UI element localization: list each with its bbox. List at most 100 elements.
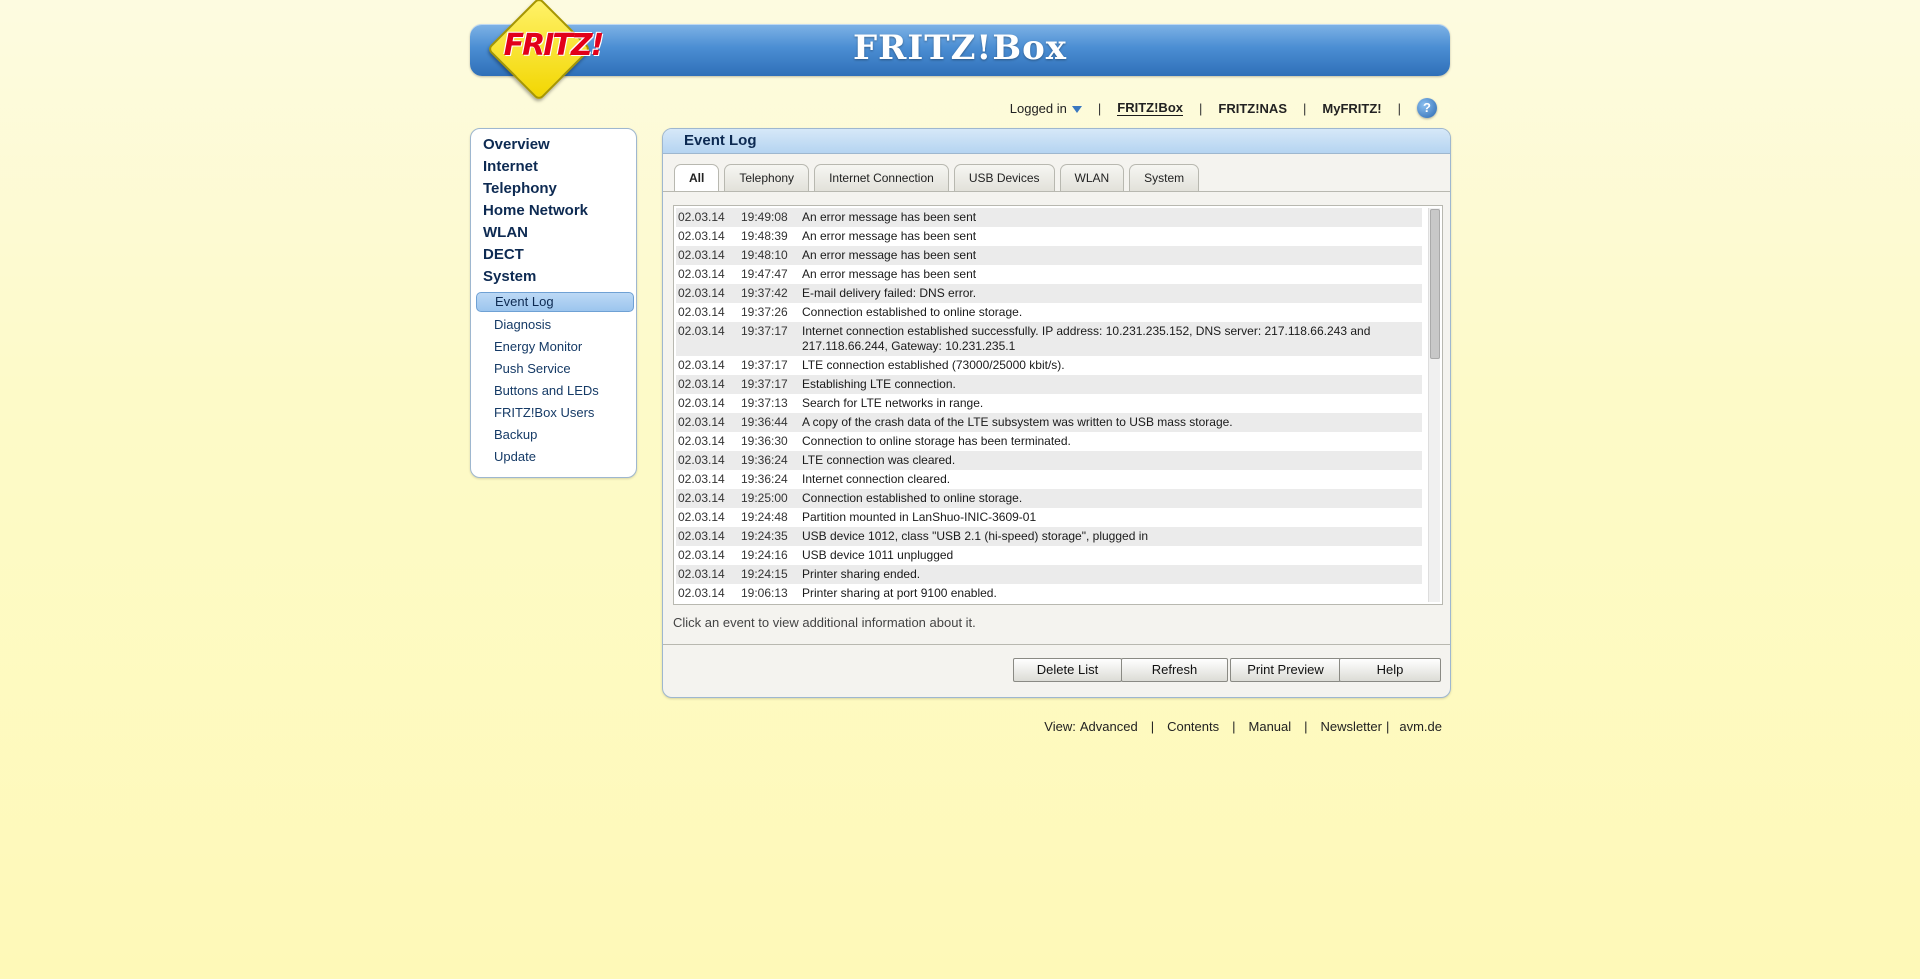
log-date: 02.03.14 xyxy=(678,267,725,281)
sidebar-item-event-log[interactable]: Event Log xyxy=(476,292,634,312)
nav-link-fritzbox[interactable]: FRITZ!Box xyxy=(1117,100,1183,116)
log-message: Internet connection cleared. xyxy=(802,472,951,486)
log-date: 02.03.14 xyxy=(678,434,725,448)
nav-separator: | xyxy=(1397,100,1401,116)
log-date: 02.03.14 xyxy=(678,415,725,429)
log-row[interactable]: 02.03.14 19:48:10 An error message has bee… xyxy=(676,246,1422,265)
log-row[interactable]: 02.03.14 19:37:26 Connection established t… xyxy=(676,303,1422,322)
scrollbar-thumb[interactable] xyxy=(1430,209,1440,359)
log-row[interactable]: 02.03.14 19:36:30 Connection to online sto… xyxy=(676,432,1422,451)
log-row[interactable]: 02.03.14 19:36:24 Internet connection clea… xyxy=(676,470,1422,489)
sidebar-item-energy-monitor[interactable]: Energy Monitor xyxy=(494,339,582,354)
filter-tabs: All Telephony Internet Connection USB De… xyxy=(674,164,1200,192)
brand-title: FRITZ!Box xyxy=(852,28,1068,68)
fritz-logo-text[interactable]: FRITZ! xyxy=(498,28,608,63)
log-row[interactable]: 02.03.14 19:49:08 An error message has bee… xyxy=(676,208,1422,227)
footer-link-newsletter[interactable]: Newsletter xyxy=(1321,719,1382,734)
log-time: 19:25:00 xyxy=(741,491,788,505)
log-row[interactable]: 02.03.14 19:36:24 LTE connection was clear… xyxy=(676,451,1422,470)
log-message: An error message has been sent xyxy=(802,248,977,262)
log-row[interactable]: 02.03.14 19:37:17 Internet connection esta… xyxy=(676,322,1422,356)
delete-list-button[interactable]: Delete List xyxy=(1013,658,1122,682)
sidebar-item-push-service[interactable]: Push Service xyxy=(494,361,571,376)
event-hint-text: Click an event to view additional inform… xyxy=(673,615,976,630)
sidebar-item-update[interactable]: Update xyxy=(494,449,536,464)
log-time: 19:48:10 xyxy=(741,248,788,262)
log-time: 19:47:47 xyxy=(741,267,788,281)
log-row[interactable]: 02.03.14 19:25:00 Connection established t… xyxy=(676,489,1422,508)
tab-system[interactable]: System xyxy=(1129,164,1200,191)
log-time: 19:37:42 xyxy=(741,286,788,300)
log-date: 02.03.14 xyxy=(678,453,725,467)
print-preview-button[interactable]: Print Preview xyxy=(1230,658,1341,682)
log-time: 19:06:13 xyxy=(741,586,788,600)
log-message: A copy of the crash data of the LTE subs… xyxy=(802,415,1233,429)
log-row[interactable]: 02.03.14 19:06:13 Printer sharing at port … xyxy=(676,584,1422,603)
nav-separator: | xyxy=(1199,100,1203,116)
log-date: 02.03.14 xyxy=(678,396,725,410)
help-icon[interactable]: ? xyxy=(1417,98,1437,118)
log-time: 19:48:39 xyxy=(741,229,788,243)
log-row[interactable]: 02.03.14 19:24:16 USB device 1011 unplugge… xyxy=(676,546,1422,565)
log-row[interactable]: 02.03.14 19:37:17 LTE connection establish… xyxy=(676,356,1422,375)
log-row[interactable]: 02.03.14 19:48:39 An error message has bee… xyxy=(676,227,1422,246)
log-row[interactable]: 02.03.14 19:37:13 Search for LTE networks … xyxy=(676,394,1422,413)
log-scrollbar[interactable] xyxy=(1428,208,1440,602)
log-time: 19:24:35 xyxy=(741,529,788,543)
sidebar-item-wlan[interactable]: WLAN xyxy=(483,224,528,241)
log-date: 02.03.14 xyxy=(678,377,725,391)
log-row[interactable]: 02.03.14 19:24:15 Printer sharing ended. xyxy=(676,565,1422,584)
footer-link-avm[interactable]: avm.de xyxy=(1399,719,1442,734)
footer-link-contents[interactable]: Contents xyxy=(1167,719,1219,734)
footer-link-manual[interactable]: Manual xyxy=(1249,719,1292,734)
log-row[interactable]: 02.03.14 19:37:42 E-mail delivery failed: … xyxy=(676,284,1422,303)
log-time: 19:37:13 xyxy=(741,396,788,410)
log-date: 02.03.14 xyxy=(678,210,725,224)
log-message: An error message has been sent xyxy=(802,210,977,224)
footer-separator: | xyxy=(1150,719,1155,734)
sidebar-item-home-network[interactable]: Home Network xyxy=(483,202,588,219)
header-bar: FRITZ!Box xyxy=(470,24,1450,76)
log-message: LTE connection was cleared. xyxy=(802,453,956,467)
log-row[interactable]: 02.03.14 19:24:48 Partition mounted in Lan… xyxy=(676,508,1422,527)
sidebar-item-diagnosis[interactable]: Diagnosis xyxy=(494,317,551,332)
sidebar-menu: Overview Internet Telephony Home Network… xyxy=(470,128,637,478)
sidebar-item-system[interactable]: System xyxy=(483,268,536,285)
help-button[interactable]: Help xyxy=(1339,658,1441,682)
log-time: 19:37:26 xyxy=(741,305,788,319)
sidebar-item-telephony[interactable]: Telephony xyxy=(483,180,557,197)
view-mode-link[interactable]: Advanced xyxy=(1080,719,1138,734)
log-date: 02.03.14 xyxy=(678,586,725,600)
log-date: 02.03.14 xyxy=(678,358,725,372)
tab-usb-devices[interactable]: USB Devices xyxy=(953,164,1055,191)
tab-telephony[interactable]: Telephony xyxy=(724,164,810,191)
log-date: 02.03.14 xyxy=(678,286,725,300)
sidebar-item-fritzbox-users[interactable]: FRITZ!Box Users xyxy=(494,405,594,420)
sidebar-item-dect[interactable]: DECT xyxy=(483,246,524,263)
log-row[interactable]: 02.03.14 19:37:17 Establishing LTE connect… xyxy=(676,375,1422,394)
logged-in-menu[interactable]: Logged in xyxy=(1010,101,1082,116)
log-date: 02.03.14 xyxy=(678,472,725,486)
log-row[interactable]: 02.03.14 19:36:44 A copy of the crash data… xyxy=(676,413,1422,432)
log-date: 02.03.14 xyxy=(678,248,725,262)
tab-divider xyxy=(663,191,1450,192)
nav-link-fritznas[interactable]: FRITZ!NAS xyxy=(1218,101,1287,116)
nav-link-myfritz[interactable]: MyFRITZ! xyxy=(1322,101,1381,116)
sidebar-item-internet[interactable]: Internet xyxy=(483,158,538,175)
log-message: Establishing LTE connection. xyxy=(802,377,956,391)
sidebar-item-backup[interactable]: Backup xyxy=(494,427,537,442)
sidebar-item-buttons-leds[interactable]: Buttons and LEDs xyxy=(494,383,599,398)
log-row[interactable]: 02.03.14 19:47:47 An error message has bee… xyxy=(676,265,1422,284)
event-log-list[interactable]: 02.03.14 19:49:08 An error message has bee… xyxy=(673,205,1443,605)
sidebar-item-overview[interactable]: Overview xyxy=(483,136,550,153)
tab-all[interactable]: All xyxy=(674,164,720,192)
chevron-down-icon xyxy=(1071,105,1082,113)
tab-internet-connection[interactable]: Internet Connection xyxy=(814,164,949,191)
log-time: 19:49:08 xyxy=(741,210,788,224)
tab-wlan[interactable]: WLAN xyxy=(1059,164,1125,191)
log-message: USB device 1011 unplugged xyxy=(802,548,954,562)
top-navigation: Logged in | FRITZ!Box | FRITZ!NAS | MyFR… xyxy=(1010,98,1437,118)
log-row[interactable]: 02.03.14 19:24:35 USB device 1012, class "… xyxy=(676,527,1422,546)
refresh-button[interactable]: Refresh xyxy=(1121,658,1228,682)
log-date: 02.03.14 xyxy=(678,305,725,319)
